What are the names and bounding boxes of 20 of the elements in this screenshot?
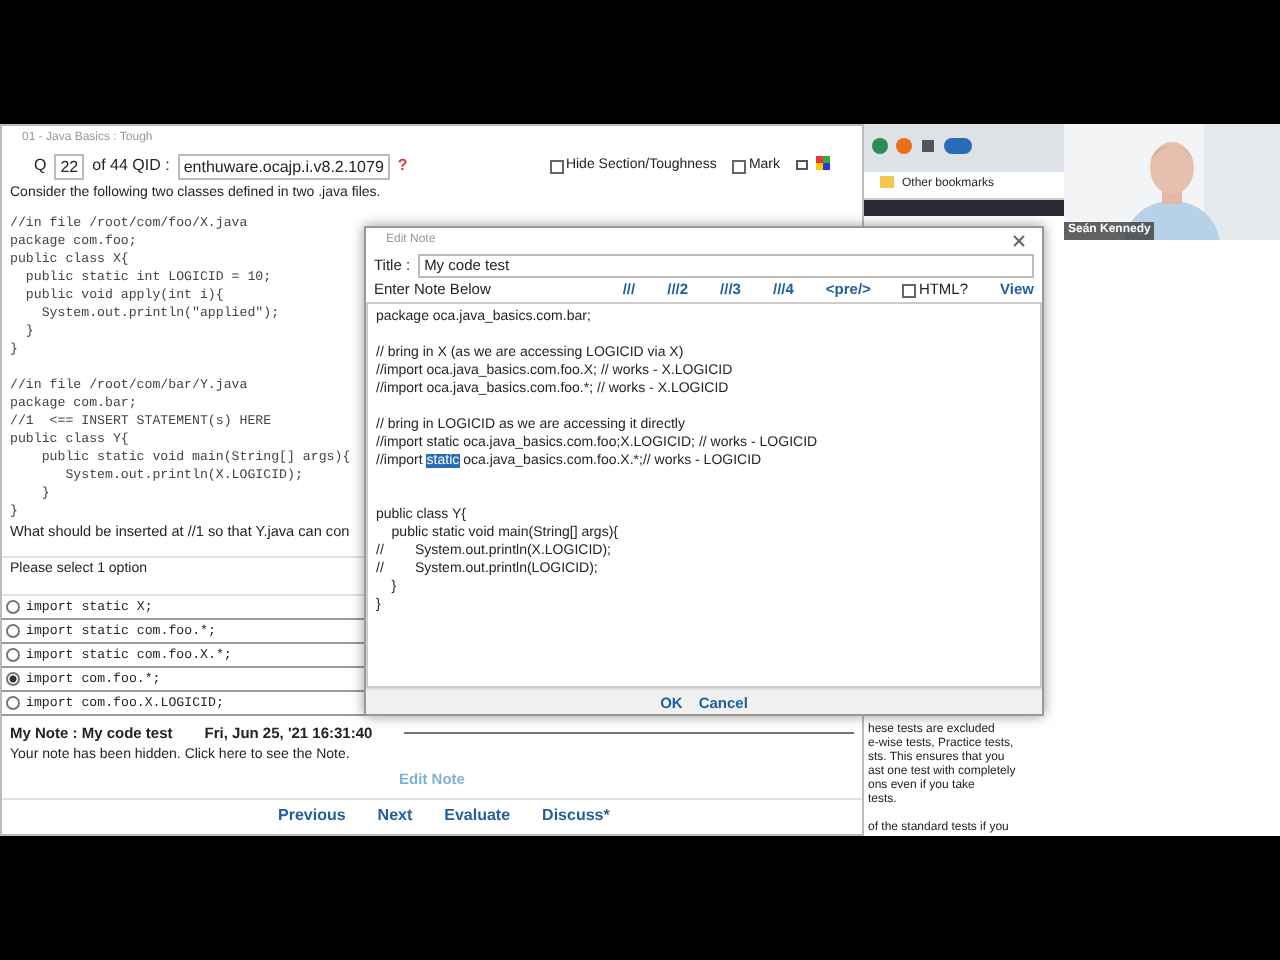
checkbox[interactable] xyxy=(732,159,747,173)
nav-link[interactable]: Previous xyxy=(278,806,346,827)
question-number-field[interactable]: 22 xyxy=(54,153,85,179)
nav-link[interactable]: Evaluate xyxy=(444,806,511,827)
radio-button[interactable] xyxy=(6,600,20,614)
avatar-icon[interactable] xyxy=(944,137,972,159)
qid-field[interactable]: enthuware.ocajp.i.v8.2.1079 xyxy=(177,153,390,179)
checkbox[interactable] xyxy=(902,283,917,297)
question-label: Q xyxy=(34,154,47,178)
extension-icon[interactable] xyxy=(872,137,888,159)
nav-link[interactable]: Next xyxy=(377,806,413,827)
nav-link[interactable]: Discuss* xyxy=(542,806,610,827)
radio-button[interactable] xyxy=(6,696,20,710)
radio-button[interactable] xyxy=(6,624,20,638)
radio-button[interactable] xyxy=(6,648,20,662)
radio-button[interactable] xyxy=(6,672,20,686)
question-total: of 44 QID : xyxy=(92,154,170,178)
help-link[interactable]: ? xyxy=(397,154,408,178)
note-editor[interactable] xyxy=(366,302,1042,688)
checkbox[interactable] xyxy=(549,159,564,173)
